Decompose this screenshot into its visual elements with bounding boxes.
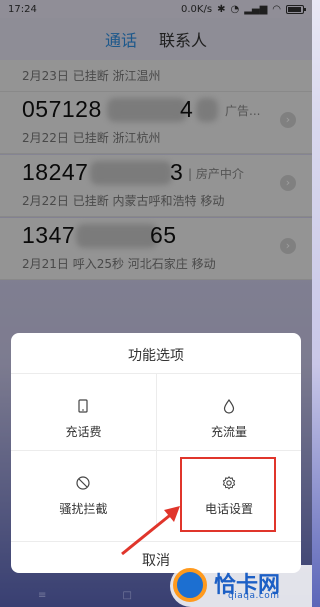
nav-bar: ≡ □ bbox=[0, 590, 170, 607]
option-label: 充话费 bbox=[65, 425, 102, 439]
pointer-arrow-icon bbox=[121, 506, 180, 556]
watermark: 恰卡网 qiaqa.com bbox=[170, 565, 312, 607]
highlight-box bbox=[180, 457, 276, 532]
watermark-logo-icon bbox=[173, 568, 207, 602]
sheet-title: 功能选项 bbox=[128, 348, 184, 364]
home-icon[interactable]: □ bbox=[123, 590, 132, 607]
menu-icon[interactable]: ≡ bbox=[38, 590, 46, 607]
watermark-url: qiaqa.com bbox=[228, 591, 280, 601]
option-recharge-data[interactable]: 充流量 bbox=[156, 373, 301, 450]
data-drop-icon bbox=[223, 398, 235, 414]
phone-card-icon bbox=[78, 399, 88, 413]
option-label: 充流量 bbox=[210, 425, 247, 439]
block-icon bbox=[76, 476, 90, 490]
option-recharge-credit[interactable]: 充话费 bbox=[11, 373, 156, 450]
